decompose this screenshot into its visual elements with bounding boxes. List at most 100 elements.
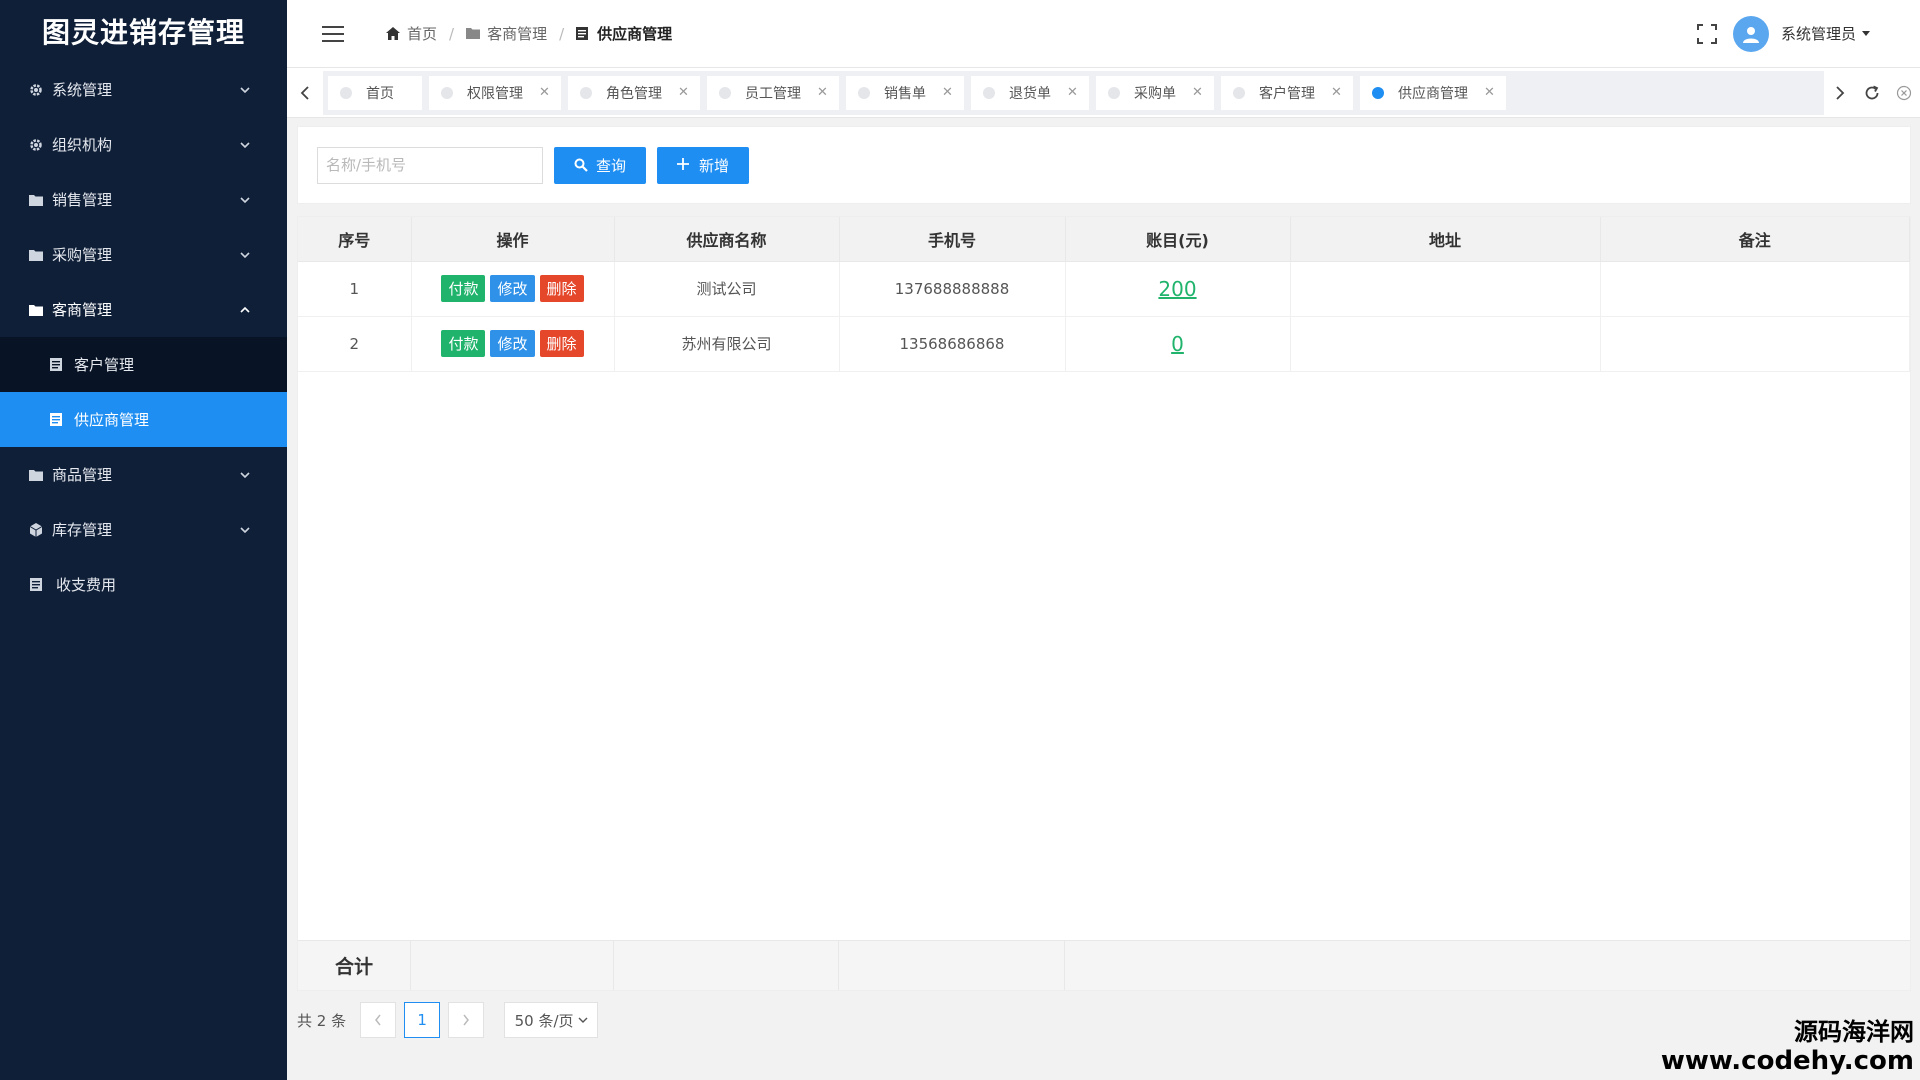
tab-suppliers[interactable]: 供应商管理 ✕ [1360,75,1506,110]
tab-permissions[interactable]: 权限管理 ✕ [429,75,561,110]
page-number-button[interactable]: 1 [404,1002,441,1038]
tab-dot [441,86,453,99]
folder-icon [28,192,44,208]
tab-sales-orders[interactable]: 销售单 ✕ [846,75,964,110]
breadcrumb-home[interactable]: 首页 [386,23,437,44]
table-row: 1 付款 修改 删除 测试公司 137688888888 200 [298,261,1910,317]
supplier-table: 序号 操作 供应商名称 手机号 账目(元) 地址 备注 1 付款 修改 删除 测… [298,217,1910,372]
amount-link[interactable]: 0 [1171,332,1184,356]
breadcrumb-merchants[interactable]: 客商管理 [466,23,547,44]
close-icon[interactable]: ✕ [1067,86,1078,99]
close-icon[interactable]: ✕ [678,86,689,99]
column-header-amount: 账目(元) [1065,217,1291,262]
cell-address [1290,261,1601,317]
sidebar-item-products[interactable]: 商品管理 [0,447,287,502]
sidebar-item-label: 库存管理 [52,521,113,539]
tab-dot [858,86,870,99]
close-all-icon[interactable] [1888,68,1920,118]
tab-label: 销售单 [884,85,926,102]
pay-button[interactable]: 付款 [441,330,486,357]
watermark-line1: 源码海洋网 [1794,1018,1914,1046]
tab-customers[interactable]: 客户管理 ✕ [1221,75,1353,110]
user-name[interactable]: 系统管理员 [1781,23,1856,44]
sidebar-item-label: 客商管理 [52,301,113,319]
close-icon[interactable]: ✕ [817,86,828,99]
avatar[interactable] [1732,15,1769,52]
edit-button[interactable]: 修改 [490,275,535,302]
sidebar-item-purchase[interactable]: 采购管理 [0,227,287,282]
sidebar-item-system[interactable]: 系统管理 [0,62,287,117]
table-total-row: 合计 [298,940,1910,990]
sidebar-item-expenses[interactable]: 收支费用 [0,557,287,612]
sidebar-item-label: 系统管理 [52,81,113,99]
cell-actions: 付款 修改 删除 [411,261,615,317]
chevron-down-icon [239,84,251,96]
tab-employees[interactable]: 员工管理 ✕ [707,75,839,110]
tab-label: 员工管理 [745,85,801,102]
close-icon[interactable]: ✕ [1192,86,1203,99]
prev-page-button[interactable] [360,1002,397,1038]
document-icon [28,577,44,593]
breadcrumb-label: 供应商管理 [597,25,673,43]
pagination: 共 2 条 1 50 条/页 [297,1002,599,1038]
breadcrumb-separator: / [559,24,565,43]
chevron-up-icon [239,304,251,316]
column-header-phone: 手机号 [839,217,1066,262]
sidebar-item-label: 采购管理 [52,246,113,264]
sidebar-item-merchants[interactable]: 客商管理 [0,282,287,337]
tab-dot [1372,86,1384,99]
column-header-address: 地址 [1290,217,1601,262]
page-size-select[interactable]: 50 条/页 [504,1002,599,1038]
column-header-remark: 备注 [1600,217,1910,262]
tab-return-orders[interactable]: 退货单 ✕ [971,75,1089,110]
search-input[interactable] [317,146,543,184]
query-button[interactable]: 查询 [554,146,646,184]
tab-dot [340,86,352,99]
sidebar-item-inventory[interactable]: 库存管理 [0,502,287,557]
tab-roles[interactable]: 角色管理 ✕ [568,75,700,110]
close-icon[interactable]: ✕ [539,86,550,99]
sidebar-subitem-customers[interactable]: 客户管理 [0,337,287,392]
caret-down-icon[interactable] [1862,31,1870,36]
supplier-table-panel: 序号 操作 供应商名称 手机号 账目(元) 地址 备注 1 付款 修改 删除 测… [297,216,1911,991]
submenu-merchants: 客户管理 供应商管理 [0,337,287,447]
hamburger-menu-icon[interactable] [322,25,346,43]
sidebar-subitem-label: 客户管理 [74,356,135,374]
page-size-label: 50 条/页 [514,1011,574,1030]
edit-button[interactable]: 修改 [490,330,535,357]
delete-button[interactable]: 删除 [539,330,584,357]
tab-purchase-orders[interactable]: 采购单 ✕ [1096,75,1214,110]
breadcrumb-current: 供应商管理 [576,23,672,44]
sidebar-subitem-suppliers[interactable]: 供应商管理 [0,392,287,447]
close-icon[interactable]: ✕ [1331,86,1342,99]
tab-label: 首页 [366,85,394,102]
tab-home[interactable]: 首页 [328,75,422,110]
tab-label: 角色管理 [606,85,662,102]
close-icon[interactable]: ✕ [942,86,953,99]
plus-icon [676,158,691,172]
sidebar-subitem-label: 供应商管理 [74,411,150,429]
chevron-down-icon [239,139,251,151]
pay-button[interactable]: 付款 [441,275,486,302]
amount-link[interactable]: 200 [1158,277,1196,301]
tabs-scroll-left-icon[interactable] [287,68,323,118]
add-button[interactable]: 新增 [657,146,749,184]
fullscreen-icon[interactable] [1696,23,1717,44]
tab-label: 退货单 [1009,85,1051,102]
add-button-label: 新增 [698,156,729,175]
total-cell [839,941,1065,990]
tabs-scroll-right-icon[interactable] [1824,68,1856,118]
close-icon[interactable]: ✕ [1484,86,1495,99]
tab-label: 采购单 [1134,85,1176,102]
gear-icon [28,137,44,153]
tabs-list: 首页 权限管理 ✕ 角色管理 ✕ 员工管理 ✕ 销售单 ✕ 退货单 ✕ 采购单 ✕ 客户管理… [323,70,1824,115]
sidebar-item-organization[interactable]: 组织机构 [0,117,287,172]
search-icon [574,158,588,172]
refresh-icon[interactable] [1856,68,1888,118]
delete-button[interactable]: 删除 [539,275,584,302]
next-page-button[interactable] [448,1002,485,1038]
sidebar-item-sales[interactable]: 销售管理 [0,172,287,227]
watermark: 源码海洋网 www.codehy.com [1661,1018,1914,1076]
folder-icon [28,302,44,318]
breadcrumb-label: 首页 [407,25,438,43]
